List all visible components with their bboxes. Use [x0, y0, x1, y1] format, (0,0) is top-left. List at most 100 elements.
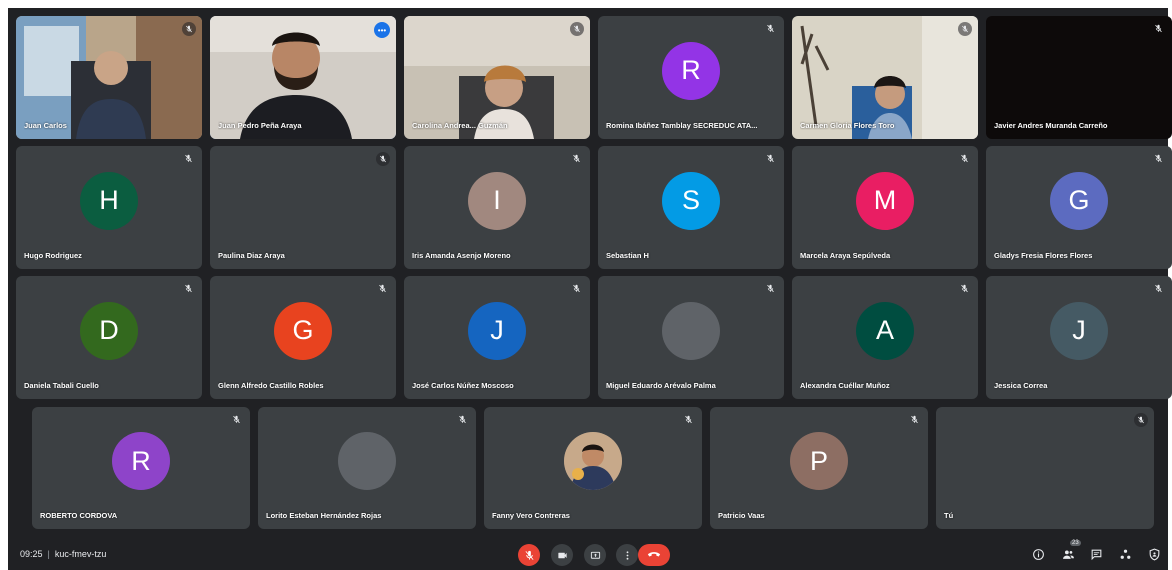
participant-name: Marcela Araya Sepúlveda [800, 251, 891, 260]
participant-tile[interactable]: Miguel Eduardo Arévalo Palma [598, 276, 784, 399]
participant-name: Glenn Alfredo Castillo Robles [218, 381, 324, 390]
participant-tile[interactable]: Carmen Gloria Flores Toro [792, 16, 978, 139]
participant-avatar: D [80, 301, 138, 360]
bottom-toolbar: 09:25 | kuc-fmev-tzu 23 [8, 538, 1168, 570]
mic-off-icon [958, 282, 970, 294]
mic-off-icon [376, 282, 388, 294]
more-vert-icon [626, 550, 628, 560]
participant-avatar: P [790, 432, 848, 490]
participant-tile[interactable]: S Sebastian H [598, 146, 784, 269]
participant-tile[interactable]: G Glenn Alfredo Castillo Robles [210, 276, 396, 399]
people-button[interactable] [1060, 546, 1076, 562]
participant-tile[interactable]: Juan Carlos [16, 16, 202, 139]
mic-off-icon [182, 152, 194, 164]
separator: | [47, 549, 50, 559]
meeting-time: 09:25 [20, 549, 43, 559]
participant-tile[interactable]: J José Carlos Núñez Moscoso [404, 276, 590, 399]
mic-off-icon [958, 22, 972, 36]
meeting-code: kuc-fmev-tzu [54, 549, 107, 559]
participant-name: Iris Amanda Asenjo Moreno [412, 251, 511, 260]
participant-avatar: G [274, 301, 332, 360]
participant-name: Romina Ibáñez Tamblay SECREDUC ATA... [606, 121, 758, 130]
participant-name: Miguel Eduardo Arévalo Palma [606, 381, 716, 390]
participant-name: José Carlos Núñez Moscoso [412, 381, 514, 390]
participant-tile[interactable]: A Alexandra Cuéllar Muñoz [792, 276, 978, 399]
participant-avatar: R [112, 432, 170, 490]
participant-avatar: S [662, 171, 720, 230]
participant-name: Carmen Gloria Flores Toro [800, 121, 895, 130]
participant-tile[interactable]: Tú [936, 407, 1154, 529]
participant-tile[interactable]: J Jessica Correa [986, 276, 1172, 399]
mic-off-icon [1134, 413, 1148, 427]
host-controls-button[interactable] [1146, 546, 1162, 562]
participant-avatar: I [468, 171, 526, 230]
mic-off-icon [376, 152, 390, 166]
participant-name: Fanny Vero Contreras [492, 511, 570, 520]
microphone-toggle-button[interactable] [518, 544, 540, 566]
participant-photo [338, 432, 396, 490]
participant-avatar: G [1050, 171, 1108, 230]
mic-off-icon [570, 282, 582, 294]
participant-tile[interactable]: ••• Juan Pedro Peña Araya [210, 16, 396, 139]
participant-name: Jessica Correa [994, 381, 1048, 390]
mic-off-icon [230, 413, 242, 425]
participant-name: Sebastian H [606, 251, 649, 260]
participant-name: ROBERTO CORDOVA [40, 511, 118, 520]
participant-tile[interactable]: D Daniela Tabali Cuello [16, 276, 202, 399]
participant-name: Hugo Rodriguez [24, 251, 82, 260]
mic-off-icon [764, 282, 776, 294]
mic-off-icon [570, 152, 582, 164]
mic-off-icon [456, 413, 468, 425]
participant-avatar: A [856, 301, 914, 360]
participant-tile[interactable]: I Iris Amanda Asenjo Moreno [404, 146, 590, 269]
participant-name: Patricio Vaas [718, 511, 765, 520]
participant-tile[interactable]: R ROBERTO CORDOVA [32, 407, 250, 529]
participant-tile[interactable]: R Romina Ibáñez Tamblay SECREDUC ATA... [598, 16, 784, 139]
participant-tile[interactable]: Javier Andres Muranda Carreño [986, 16, 1172, 139]
participant-tile[interactable]: Lorito Esteban Hernández Rojas [258, 407, 476, 529]
participant-tile[interactable]: Carolina Andrea... Guzmán [404, 16, 590, 139]
participant-tile[interactable]: P Patricio Vaas [710, 407, 928, 529]
participant-name: Gladys Fresia Flores Flores [994, 251, 1093, 260]
mic-off-icon [1152, 282, 1164, 294]
participant-name: Javier Andres Muranda Carreño [994, 121, 1108, 130]
meeting-info-button[interactable] [1030, 546, 1046, 562]
participant-avatar: J [1050, 301, 1108, 360]
participant-avatar: J [468, 301, 526, 360]
present-icon [590, 551, 600, 559]
leave-call-button[interactable] [638, 544, 670, 566]
participant-tile[interactable]: M Marcela Araya Sepúlveda [792, 146, 978, 269]
participant-avatar: R [662, 41, 720, 100]
mic-off-icon [570, 22, 584, 36]
camera-toggle-button[interactable] [551, 544, 573, 566]
mic-off-icon [682, 413, 694, 425]
participant-tile[interactable]: Paulina Diaz Araya [210, 146, 396, 269]
activities-icon [1120, 549, 1130, 559]
participant-name: Juan Pedro Peña Araya [218, 121, 302, 130]
speaking-indicator-icon: ••• [374, 22, 390, 38]
mic-off-icon [524, 550, 534, 560]
participant-tile[interactable]: H Hugo Rodriguez [16, 146, 202, 269]
present-screen-button[interactable] [584, 544, 606, 566]
mic-off-icon [182, 282, 194, 294]
chat-icon [1091, 549, 1101, 560]
chat-button[interactable] [1088, 546, 1104, 562]
participant-photo [662, 301, 720, 360]
meeting-window: Juan Carlos ••• Juan Pedro Peña Araya Carol… [8, 8, 1172, 570]
mic-off-icon [764, 152, 776, 164]
participant-name: Carolina Andrea... Guzmán [412, 121, 508, 130]
participant-photo [564, 432, 622, 490]
mic-off-icon [182, 22, 196, 36]
participant-name: Juan Carlos [24, 121, 67, 130]
participant-tile[interactable]: G Gladys Fresia Flores Flores [986, 146, 1172, 269]
participant-avatar: H [80, 171, 138, 230]
mic-off-icon [1152, 152, 1164, 164]
call-end-icon [647, 552, 661, 557]
activities-button[interactable] [1117, 546, 1133, 562]
participant-tile[interactable]: Fanny Vero Contreras [484, 407, 702, 529]
participant-name: Tú [944, 511, 954, 520]
meeting-details: 09:25 | kuc-fmev-tzu [20, 549, 106, 559]
people-icon [1062, 549, 1074, 559]
more-options-button[interactable] [616, 544, 638, 566]
info-icon [1032, 548, 1044, 560]
